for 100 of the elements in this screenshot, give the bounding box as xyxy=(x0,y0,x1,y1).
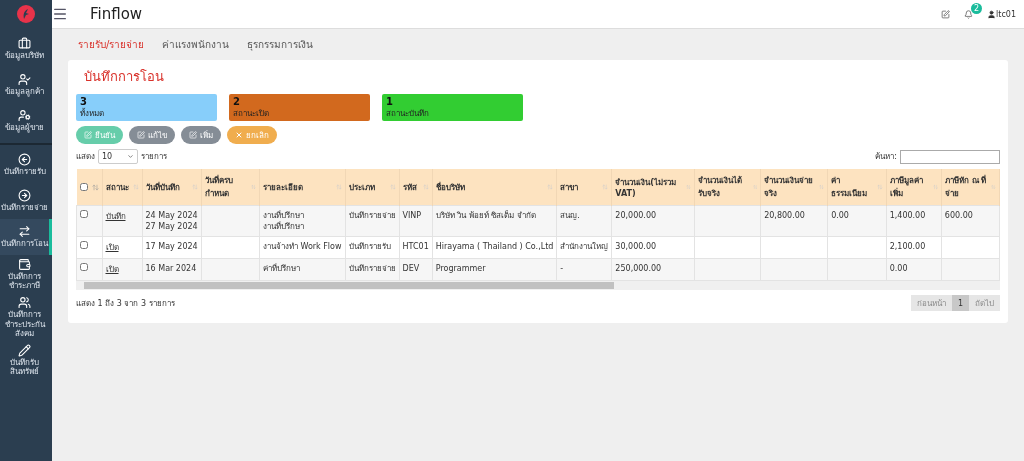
row-checkbox[interactable] xyxy=(80,263,88,272)
table-cell: งานจ้างทำ Work Flow xyxy=(262,241,342,253)
sort-icon[interactable] xyxy=(991,184,996,190)
table-cell-text: งานที่ปรึกษา งานที่ปรึกษา xyxy=(262,210,305,233)
users-icon xyxy=(18,296,31,310)
table-cell-text: บริษัท วิน พ้อยท์ ซิสเต็ม จำกัด xyxy=(435,210,537,222)
sort-icon[interactable] xyxy=(877,184,883,190)
chevron-down-icon xyxy=(127,153,134,160)
sort-icon[interactable] xyxy=(389,184,396,190)
briefcase-icon xyxy=(18,37,31,51)
sort-icon[interactable] xyxy=(547,184,554,190)
column-header[interactable]: สาขา xyxy=(560,180,579,194)
table-cell: 16 Mar 2024 xyxy=(145,263,198,275)
show-label: แสดง xyxy=(76,151,95,163)
wallet-icon xyxy=(18,258,31,271)
table-cell-text: Programmer xyxy=(435,263,487,275)
table-cell-text: 0.00 xyxy=(831,210,850,222)
row-checkbox[interactable] xyxy=(80,241,88,250)
sidebar-item[interactable]: บันทึกการโอน xyxy=(0,219,52,255)
row-checkbox[interactable] xyxy=(80,210,88,218)
edit-icon xyxy=(84,131,92,139)
sidebar-item[interactable]: ข้อมูลลูกค้า xyxy=(0,67,52,103)
horizontal-scrollbar[interactable] xyxy=(76,281,1000,291)
sort-icon[interactable] xyxy=(191,184,198,190)
status-link[interactable]: เปิด xyxy=(105,243,119,253)
table-cell: บันทึกรายจ่าย xyxy=(348,263,396,275)
sort-icon[interactable] xyxy=(752,184,758,190)
column-header[interactable]: รหัส xyxy=(402,180,417,194)
table-cell: Hirayama ( Thailand ) Co.,Ltd xyxy=(435,241,554,253)
select-all-checkbox[interactable] xyxy=(79,183,88,191)
sort-icon[interactable] xyxy=(132,184,139,190)
status-link[interactable]: บันทึก xyxy=(105,212,126,221)
search-label: ค้นหา: xyxy=(875,151,897,163)
summary-count: 3 xyxy=(80,96,88,107)
table-info: แสดง 1 ถึง 3 จาก 3 รายการ xyxy=(76,297,175,310)
app-title: Finflow xyxy=(90,5,144,23)
sidebar-item[interactable]: บันทึกการชำระภาษี xyxy=(0,255,52,294)
table-cell-text: 0.00 xyxy=(889,263,909,275)
sidebar-item[interactable]: บันทึกรับสินทรัพย์ xyxy=(0,340,52,380)
table-cell-text: - xyxy=(560,263,565,275)
table-cell-text: 1,400.00 xyxy=(889,210,927,222)
tab[interactable]: ค่าแรงพนักงาน xyxy=(162,37,230,52)
summary-label: ทั้งหมด xyxy=(80,107,105,120)
sort-icon[interactable] xyxy=(91,183,99,191)
sidebar-item[interactable]: ข้อมูลบริษัท xyxy=(0,31,52,67)
sort-icon[interactable] xyxy=(335,184,342,190)
table-cell-text: 600.00 xyxy=(944,210,974,222)
entries-label: รายการ xyxy=(141,151,167,163)
edit-icon[interactable] xyxy=(941,9,951,19)
page-title: บันทึกการโอน xyxy=(84,68,165,86)
table-cell: บันทึกรายจ่าย xyxy=(348,210,396,222)
table-cell-text: 250,000.00 xyxy=(615,263,663,275)
sidebar-item[interactable]: บันทึกรายรับ xyxy=(0,147,52,183)
summary-count: 1 xyxy=(386,96,394,107)
column-header[interactable]: ประเภท xyxy=(348,180,375,194)
menu-icon[interactable] xyxy=(52,6,68,22)
bell-icon[interactable] xyxy=(964,9,974,19)
pencil-icon xyxy=(18,343,31,357)
sort-icon[interactable] xyxy=(251,184,256,190)
page-size-select[interactable]: 10 xyxy=(98,149,138,164)
table-cell-text: ค่าที่ปรึกษา xyxy=(262,263,301,275)
arrow-left-icon xyxy=(18,153,31,167)
transfer-icon xyxy=(18,225,31,239)
search-field[interactable] xyxy=(900,149,1000,164)
table-cell-text: 20,800.00 xyxy=(764,210,806,222)
table-cell: HTC01 xyxy=(402,241,429,253)
user-check-icon xyxy=(18,73,31,87)
close-icon xyxy=(235,131,243,139)
table-cell-text: 30,000.00 xyxy=(615,241,658,253)
table-cell-text: 20,000.00 xyxy=(615,210,658,222)
tab[interactable]: ธุรกรรมการเงิน xyxy=(247,37,314,52)
table-cell: 24 May 2024 27 May 2024 xyxy=(145,210,198,233)
user-name[interactable]: ltc01 xyxy=(996,9,1016,19)
sort-icon[interactable] xyxy=(422,184,429,190)
table-cell: 17 May 2024 xyxy=(145,241,198,253)
app-logo-icon xyxy=(17,5,35,23)
user-icon xyxy=(987,9,997,19)
column-header[interactable]: ชื่อบริษัท xyxy=(435,180,465,194)
notification-count: 2 xyxy=(971,2,983,14)
table-cell-text: VINP xyxy=(402,210,423,222)
tab[interactable]: รายรับ/รายจ่าย xyxy=(78,37,145,52)
arrow-right-icon xyxy=(18,189,31,203)
sort-icon[interactable] xyxy=(932,184,938,190)
sort-icon[interactable] xyxy=(819,184,825,190)
edit-icon xyxy=(189,131,197,139)
sidebar-item[interactable]: ข้อมูลผู้ขาย xyxy=(0,103,52,139)
table-cell-text: 2,100.00 xyxy=(889,241,927,253)
sort-icon[interactable] xyxy=(602,184,609,190)
table-cell-text: บันทึกรายรับ xyxy=(348,241,392,253)
edit-icon xyxy=(137,131,145,139)
summary-count: 2 xyxy=(233,96,241,107)
user-gear-icon xyxy=(18,109,31,123)
sort-icon[interactable] xyxy=(685,184,691,190)
status-link[interactable]: เปิด xyxy=(105,265,119,275)
sidebar-item[interactable]: บันทึกรายจ่าย xyxy=(0,183,52,219)
summary-label: สถานะเปิด xyxy=(233,108,270,120)
summary-label: สถานะบันทึก xyxy=(386,108,430,120)
sidebar-item[interactable]: บันทึกการชำระประกันสังคม xyxy=(0,293,52,341)
column-header[interactable]: รายละเอียด xyxy=(262,180,303,194)
table-cell-text: DEV xyxy=(402,263,421,275)
